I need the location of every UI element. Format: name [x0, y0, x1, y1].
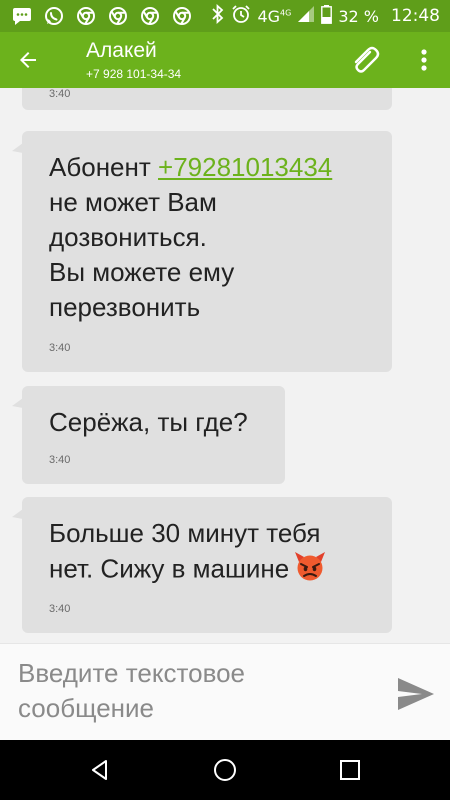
alarm-icon — [231, 4, 251, 28]
notification-icons — [10, 4, 194, 28]
send-button[interactable] — [392, 670, 440, 718]
network-type: 4G — [257, 6, 281, 26]
more-options-button[interactable] — [404, 40, 444, 80]
clock: 12:48 — [391, 6, 440, 26]
message-text: Абонент +79281013434 не может Вам дозвон… — [22, 131, 392, 325]
send-icon — [398, 678, 434, 710]
message-text: Больше 30 минут тебя нет. Сижу в машине — [22, 497, 392, 590]
chrome-icon — [138, 4, 162, 28]
square-recents-icon — [340, 760, 360, 780]
nav-home-button[interactable] — [205, 750, 245, 790]
message-icon — [10, 4, 34, 28]
message-time: 3:40 — [49, 88, 71, 100]
whatsapp-icon — [42, 4, 66, 28]
message-text-part: не может Вам дозвониться. Вы можете ему … — [49, 187, 235, 322]
battery-percent: 32 % — [338, 6, 379, 26]
chrome-icon — [74, 4, 98, 28]
message-list[interactable]: 3:40 Абонент +79281013434 не может Вам д… — [0, 88, 450, 643]
angry-devil-emoji-icon — [293, 551, 327, 590]
message-input[interactable]: Введите текстовое сообщение — [18, 656, 358, 726]
status-bar: 4G4G 32 % 12:48 — [0, 0, 450, 32]
phone-link[interactable]: +79281013434 — [158, 152, 332, 182]
message-bubble[interactable]: Больше 30 минут тебя нет. Сижу в машине … — [12, 497, 392, 633]
contact-phone: +7 928 101-34-34 — [86, 66, 182, 81]
back-button[interactable] — [0, 32, 56, 88]
message-time: 3:40 — [49, 454, 71, 466]
bluetooth-icon — [211, 3, 225, 28]
message-bubble[interactable]: 3:40 — [22, 88, 392, 110]
conversation-title[interactable]: Алакей +7 928 101-34-34 — [86, 39, 181, 82]
attach-button[interactable] — [345, 40, 385, 80]
nav-recents-button[interactable] — [330, 750, 370, 790]
chrome-icon — [170, 4, 194, 28]
message-bubble[interactable]: Серёжа, ты где? 3:40 — [12, 386, 285, 484]
chrome-icon — [106, 4, 130, 28]
nav-back-button[interactable] — [80, 750, 120, 790]
contact-name: Алакей — [86, 38, 157, 62]
message-text-part: Абонент — [49, 152, 159, 182]
network-type-sub: 4G — [280, 8, 292, 18]
paperclip-icon — [354, 46, 380, 73]
message-time: 3:40 — [49, 342, 71, 354]
circle-home-icon — [214, 759, 236, 781]
network-type-label: 4G4G — [257, 7, 291, 26]
triangle-back-icon — [92, 760, 107, 780]
signal-icon — [297, 5, 315, 27]
message-bubble[interactable]: Абонент +79281013434 не может Вам дозвон… — [12, 131, 392, 372]
more-vert-icon — [421, 49, 427, 71]
composer: Введите текстовое сообщение — [0, 643, 450, 740]
app-bar: Алакей +7 928 101-34-34 — [0, 32, 450, 88]
message-text-part: Больше 30 минут тебя нет. Сижу в машине — [49, 518, 321, 584]
system-icons: 4G4G 32 % 12:48 — [211, 3, 440, 28]
arrow-left-icon — [20, 52, 36, 68]
message-text: Серёжа, ты где? — [49, 407, 248, 437]
navigation-bar — [0, 740, 450, 800]
message-time: 3:40 — [49, 603, 71, 615]
battery-icon — [321, 4, 333, 28]
